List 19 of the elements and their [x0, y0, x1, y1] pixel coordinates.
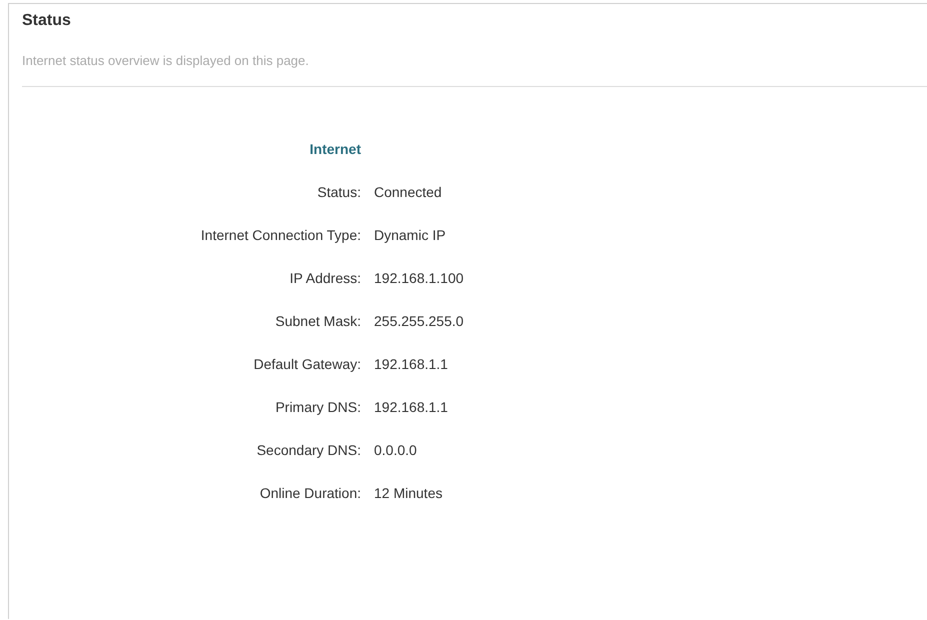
field-value: 255.255.255.0	[374, 313, 465, 329]
section-title: Internet	[308, 141, 361, 157]
field-label: Status:	[316, 184, 361, 200]
field-value: 12 Minutes	[374, 485, 444, 501]
field-label: Secondary DNS:	[256, 442, 361, 458]
field-label: Default Gateway:	[252, 356, 361, 372]
field-value: 192.168.1.1	[374, 399, 449, 415]
field-label: Subnet Mask:	[274, 313, 361, 329]
field-label: Online Duration:	[258, 485, 361, 501]
field-label: Internet Connection Type:	[200, 227, 361, 243]
field-value: Connected	[374, 184, 443, 200]
field-label: IP Address:	[288, 270, 361, 286]
field-value: 192.168.1.1	[374, 356, 449, 372]
field-value: 0.0.0.0	[374, 442, 418, 458]
page-title: Status	[22, 11, 72, 31]
field-value: Dynamic IP	[374, 227, 447, 243]
field-value: 192.168.1.100	[374, 270, 465, 286]
field-label: Primary DNS:	[274, 399, 361, 415]
page-description: Internet status overview is displayed on this page.	[22, 53, 310, 69]
